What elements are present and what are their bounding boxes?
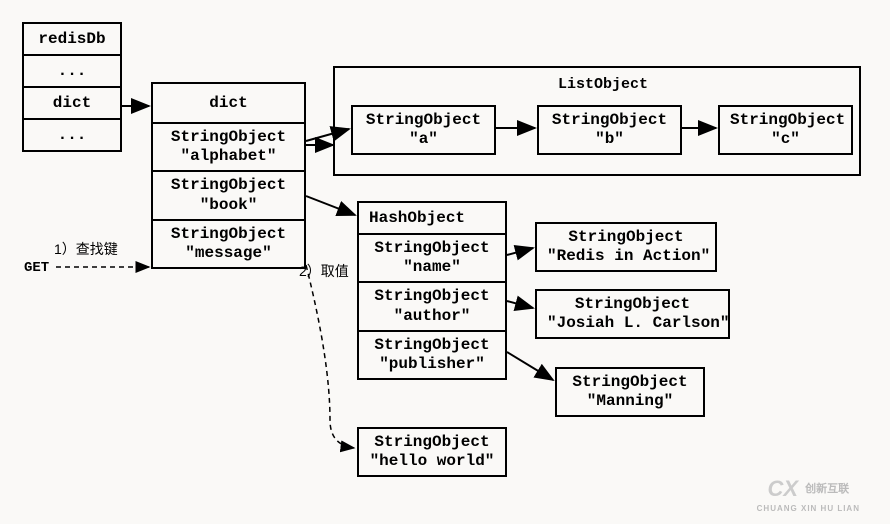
hash-key-publisher-val: "publisher": [379, 355, 485, 373]
list-node-c-type: StringObject: [730, 111, 845, 129]
list-node-a-type: StringObject: [366, 111, 481, 129]
list-node-c-val: "c": [771, 130, 800, 148]
listobject-label: ListObject: [558, 76, 648, 93]
watermark-text1: 创新互联: [805, 483, 849, 495]
redisdb-row-dict: dict: [24, 88, 120, 120]
hash-value-author: StringObject "Josiah L. Carlson": [535, 289, 730, 339]
dict-key-message-val: "message": [185, 244, 271, 262]
dict-key-alphabet-type: StringObject: [171, 128, 286, 146]
dict-key-book: StringObject "book": [153, 172, 304, 220]
watermark: CX 创新互联 CHUANG XIN HU LIAN: [757, 476, 860, 514]
dict-key-book-type: StringObject: [171, 176, 286, 194]
hash-value-publisher-val: "Manning": [587, 392, 673, 410]
message-value-val: "hello world": [370, 452, 495, 470]
hashobject-header: HashObject: [359, 203, 505, 235]
hash-key-author-type: StringObject: [374, 287, 489, 305]
hash-value-name-val: "Redis in Action": [547, 247, 710, 265]
hash-key-author-val: "author": [394, 307, 471, 325]
hash-value-author-type: StringObject: [575, 295, 690, 313]
hash-key-name-type: StringObject: [374, 239, 489, 257]
list-node-a-val: "a": [409, 130, 438, 148]
annotation-step2: 2）取值: [299, 261, 349, 281]
hash-key-publisher: StringObject "publisher": [359, 332, 505, 378]
annotation-get: GET: [24, 260, 49, 276]
watermark-logo: CX: [768, 476, 799, 502]
hash-key-author: StringObject "author": [359, 283, 505, 331]
message-value: StringObject "hello world": [357, 427, 507, 477]
annotation-step1: 1）查找键: [54, 239, 118, 259]
dict-key-message-type: StringObject: [171, 225, 286, 243]
dict-key-message: StringObject "message": [153, 221, 304, 267]
dict-key-book-val: "book": [200, 196, 258, 214]
hashobject-table: HashObject StringObject "name" StringObj…: [357, 201, 507, 380]
list-node-a: StringObject "a": [351, 105, 496, 155]
watermark-text2: CHUANG XIN HU LIAN: [757, 504, 860, 513]
hash-key-name-val: "name": [403, 258, 461, 276]
hash-value-name: StringObject "Redis in Action": [535, 222, 717, 272]
hash-value-author-val: "Josiah L. Carlson": [547, 314, 729, 332]
hash-value-publisher: StringObject "Manning": [555, 367, 705, 417]
dict-key-alphabet-val: "alphabet": [180, 147, 276, 165]
dict-table: dict StringObject "alphabet" StringObjec…: [151, 82, 306, 269]
list-node-c: StringObject "c": [718, 105, 853, 155]
hash-key-name: StringObject "name": [359, 235, 505, 283]
list-node-b: StringObject "b": [537, 105, 682, 155]
dict-header: dict: [153, 84, 304, 124]
redisdb-header: redisDb: [24, 24, 120, 56]
list-node-b-type: StringObject: [552, 111, 667, 129]
message-value-type: StringObject: [374, 433, 489, 451]
hash-value-publisher-type: StringObject: [572, 373, 687, 391]
hash-value-name-type: StringObject: [568, 228, 683, 246]
redisdb-row-ellipsis1: ...: [24, 56, 120, 88]
hash-key-publisher-type: StringObject: [374, 336, 489, 354]
dict-key-alphabet: StringObject "alphabet": [153, 124, 304, 172]
list-node-b-val: "b": [595, 130, 624, 148]
redisdb-row-ellipsis2: ...: [24, 120, 120, 150]
redisdb-table: redisDb ... dict ...: [22, 22, 122, 152]
